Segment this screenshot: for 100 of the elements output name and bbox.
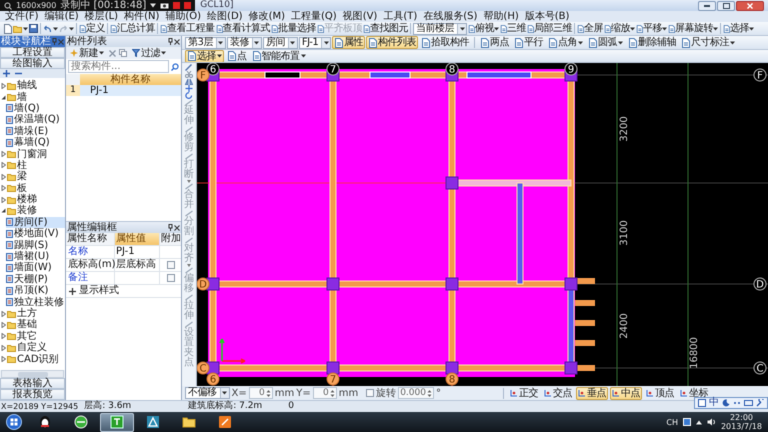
snap-button[interactable]: 垂点: [576, 386, 608, 400]
moon-icon[interactable]: [722, 399, 730, 407]
tree-item[interactable]: 保温墙(Q): [6, 114, 65, 126]
speaker-icon[interactable]: [706, 418, 716, 426]
tree-item[interactable]: 楼地面(V): [6, 228, 65, 240]
dots-icon[interactable]: [733, 399, 741, 407]
snap-button[interactable]: 正交: [508, 386, 540, 400]
menu-item[interactable]: 工具(T): [383, 11, 418, 22]
menu-item[interactable]: 编辑(E): [44, 11, 79, 22]
menu-item[interactable]: 工程量(Q): [291, 11, 337, 22]
tree-item[interactable]: 楼梯: [1, 194, 65, 206]
toolbar-button[interactable]: 局部三维: [527, 22, 572, 35]
scrollbar[interactable]: [1, 370, 64, 378]
toolbar-button[interactable]: 选择: [723, 22, 754, 35]
toolbar-button[interactable]: 点角: [546, 36, 586, 49]
taskbar-button[interactable]: [100, 412, 134, 432]
toolbar-button[interactable]: 定义: [79, 22, 105, 35]
menu-item[interactable]: 构件(N): [124, 11, 160, 22]
tree-item[interactable]: 土方: [1, 308, 65, 320]
property-value[interactable]: PJ-1: [115, 246, 160, 259]
module-button[interactable]: 工程设置: [0, 47, 65, 58]
move-icon[interactable]: [185, 85, 193, 92]
toolbar-button[interactable]: 拾取构件: [419, 36, 472, 49]
tree-item[interactable]: 柱: [1, 160, 65, 172]
toolbar-button[interactable]: 俯视: [468, 22, 499, 35]
module-button[interactable]: 绘图输入: [0, 58, 65, 69]
plus-icon[interactable]: [3, 70, 10, 77]
tree-item[interactable]: 墙裙(U): [6, 250, 65, 262]
minimize-button[interactable]: [698, 0, 716, 10]
maximize-button[interactable]: [717, 0, 735, 10]
close-button[interactable]: [736, 0, 764, 10]
scissors-icon[interactable]: [185, 71, 193, 78]
toolbar-button[interactable]: 尺寸标注: [679, 36, 738, 49]
toolbar-button[interactable]: 智能布置: [250, 50, 308, 62]
toolbar-button[interactable]: 全屏: [577, 22, 603, 35]
toolbar-button[interactable]: 新建: [68, 46, 106, 60]
toolbar-button[interactable]: 选择: [185, 50, 224, 62]
number-field[interactable]: 0: [248, 387, 273, 399]
tree-item[interactable]: 墙面(W): [6, 262, 65, 274]
toolbar-button[interactable]: 缩放: [604, 22, 635, 35]
dropdown[interactable]: FJ-1: [298, 36, 332, 48]
table-row[interactable]: 1 PJ-1: [66, 85, 181, 96]
tree-item[interactable]: 墙: [1, 91, 65, 103]
menu-item[interactable]: 楼层(L): [84, 11, 118, 22]
pin-icon[interactable]: [168, 38, 173, 45]
search-field[interactable]: 搜索构件...: [68, 60, 169, 73]
menu-item[interactable]: 辅助(O): [165, 11, 202, 22]
delete-icon[interactable]: [109, 50, 116, 56]
tree-item[interactable]: 梁: [1, 171, 65, 183]
number-field[interactable]: 0: [312, 387, 337, 399]
checkbox[interactable]: [167, 274, 175, 282]
tree-item[interactable]: 其它: [1, 330, 65, 342]
rotate-icon[interactable]: [185, 92, 193, 99]
flag-icon[interactable]: [682, 418, 691, 426]
close-icon[interactable]: [174, 224, 180, 230]
tree-item[interactable]: 独立柱装修: [6, 296, 65, 308]
dropdown[interactable]: 房间: [262, 36, 298, 48]
toolbar-button[interactable]: 构件列表: [366, 36, 418, 49]
menu-item[interactable]: 绘图(D): [207, 11, 243, 22]
up-arrow-icon[interactable]: [696, 420, 702, 424]
dropdown[interactable]: 不偏移: [185, 387, 230, 399]
snap-button[interactable]: 交点: [542, 386, 574, 400]
dropdown[interactable]: 第3层: [185, 36, 226, 48]
triangle-icon[interactable]: [150, 3, 156, 8]
menu-item[interactable]: 在线服务(S): [423, 11, 478, 22]
close-icon[interactable]: [174, 38, 180, 44]
toolbar-button[interactable]: 批量选择: [271, 22, 316, 35]
tree-item[interactable]: 板: [1, 182, 65, 194]
number-field[interactable]: 0.000: [398, 387, 434, 399]
property-value[interactable]: 层底标高: [115, 259, 160, 272]
tree-item[interactable]: 墙垛(E): [6, 126, 65, 137]
tree-item[interactable]: 轴线: [1, 80, 65, 92]
column-header[interactable]: 构件名称: [80, 74, 181, 85]
toolbar-button[interactable]: 过滤: [130, 46, 168, 60]
toolbar-button[interactable]: 圆弧: [586, 36, 626, 49]
tree-item[interactable]: 踢脚(S): [6, 239, 65, 251]
toolbar-button[interactable]: 查找图元: [363, 22, 408, 35]
curved-arrow-icon[interactable]: [43, 24, 52, 32]
toolbar-button[interactable]: 平行: [512, 36, 546, 49]
tree-item[interactable]: 天棚(P): [6, 274, 65, 286]
clock-date[interactable]: 2013/7/18: [720, 422, 762, 431]
toolbar-button[interactable]: 平移: [636, 22, 667, 35]
snap-button[interactable]: 坐标: [678, 386, 710, 400]
tree-item[interactable]: 基础: [1, 319, 65, 331]
language-indicator[interactable]: CH: [666, 418, 678, 426]
checkbox[interactable]: [366, 389, 374, 397]
tree-item[interactable]: 墙(Q): [6, 102, 65, 114]
toolbar-button[interactable]: 屏幕旋转: [668, 22, 718, 35]
toolbar-button[interactable]: 删除辅轴: [626, 36, 678, 49]
clock-time[interactable]: 22:00: [730, 413, 754, 422]
drawing-canvas[interactable]: 6 7 8 9 6 7 8 F D C F D C 3200 3100 2400 16800: [197, 63, 768, 386]
pencil-icon[interactable]: [185, 64, 193, 71]
minus-icon[interactable]: [15, 70, 22, 77]
keyboard-icon[interactable]: [698, 399, 706, 407]
tree-item[interactable]: 自定义: [1, 342, 65, 354]
camera-icon[interactable]: [160, 2, 170, 9]
menu-item[interactable]: 版本号(B): [524, 11, 570, 22]
module-button[interactable]: 报表预览: [0, 389, 65, 400]
tree-item[interactable]: CAD识别: [1, 353, 65, 365]
tree-item[interactable]: 吊顶(K): [6, 285, 65, 296]
